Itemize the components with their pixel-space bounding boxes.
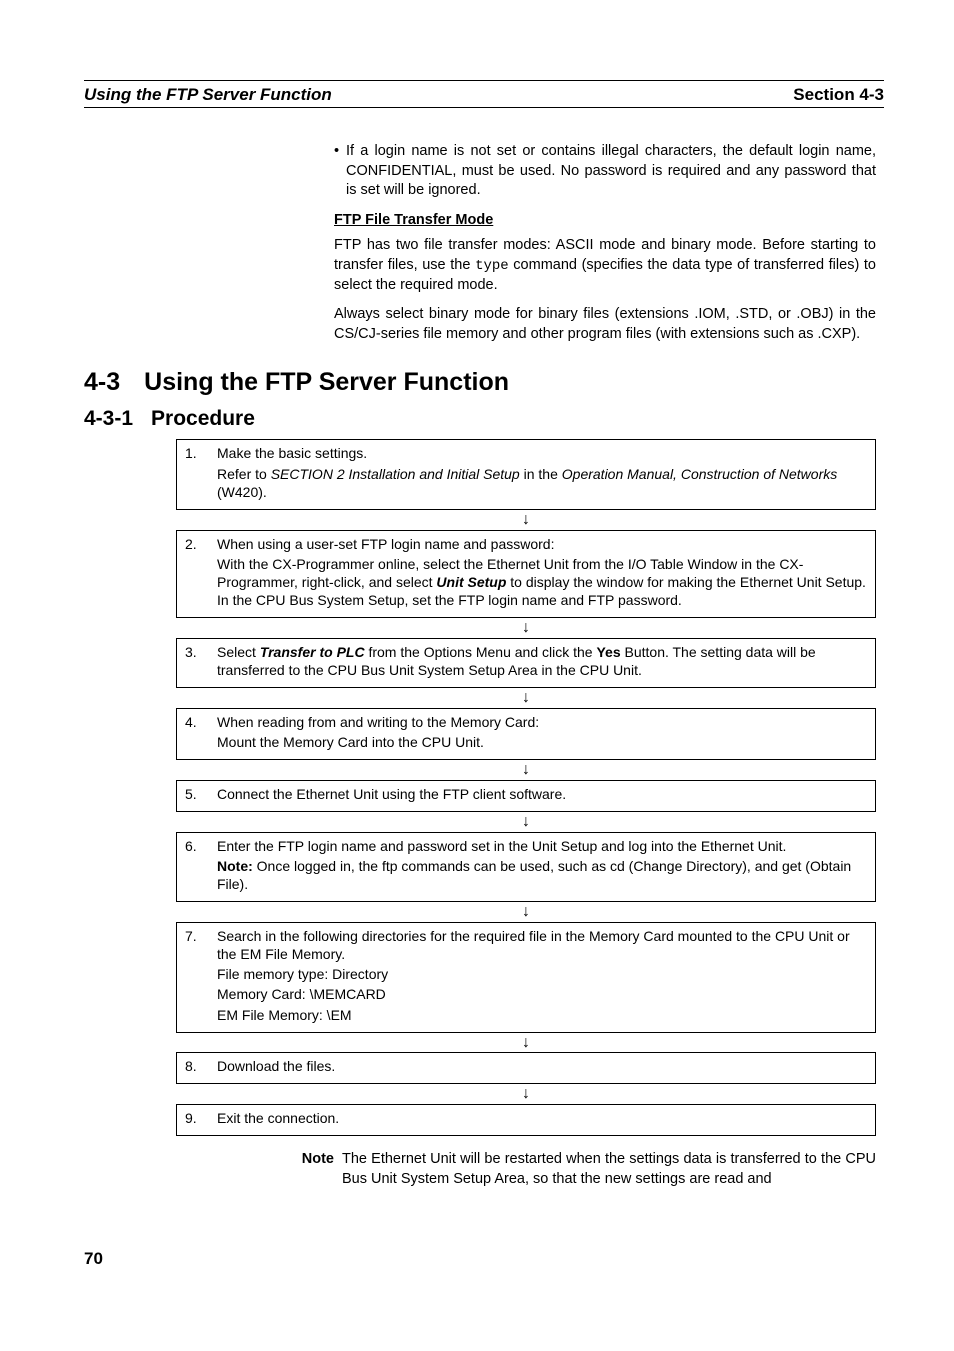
bullet-mark: • [334,142,346,201]
procedure-steps: 1.Make the basic settings. Refer to SECTI… [176,439,876,1136]
step-content: When reading from and writing to the Mem… [217,709,875,759]
step-number: 1. [177,440,217,466]
subsection-title: Procedure [151,407,255,430]
down-arrow-icon: ↓ [176,688,876,708]
step-content: Search in the following directories for … [217,923,875,1032]
step-content: Enter the FTP login name and password se… [217,833,875,902]
page-number: 70 [84,1249,884,1269]
step-box: 7.Search in the following directories fo… [176,922,876,1033]
step-number: 6. [177,833,217,859]
step-line: Connect the Ethernet Unit using the FTP … [217,785,867,803]
step-number: 4. [177,709,217,735]
header-rule-top [84,80,884,81]
section-heading-4-3-1: 4-3-1 Procedure [84,407,884,431]
step-content: Make the basic settings. Refer to SECTION… [217,440,875,509]
step-content: Exit the connection. [217,1105,875,1135]
step-line: Mount the Memory Card into the CPU Unit. [217,733,867,751]
step-content: Connect the Ethernet Unit using the FTP … [217,781,875,811]
down-arrow-icon: ↓ [176,760,876,780]
step-number: 3. [177,639,217,665]
step-line: With the CX-Programmer online, select th… [217,555,867,610]
step-box: 2.When using a user-set FTP login name a… [176,530,876,619]
step-content: Download the files. [217,1053,875,1083]
step-line: Search in the following directories for … [217,927,867,963]
step-number: 9. [177,1105,217,1131]
step-line: Make the basic settings. [217,444,867,462]
step-line: Refer to SECTION 2 Installation and Init… [217,465,867,501]
step-number: 8. [177,1053,217,1079]
step-content: When using a user-set FTP login name and… [217,531,875,618]
type-command: type [475,258,509,274]
down-arrow-icon: ↓ [176,1033,876,1053]
step-box: 1.Make the basic settings. Refer to SECTI… [176,439,876,510]
step-number: 7. [177,923,217,949]
down-arrow-icon: ↓ [176,1084,876,1104]
section-heading-4-3: 4-3 Using the FTP Server Function [84,368,884,397]
down-arrow-icon: ↓ [176,902,876,922]
step-line: Enter the FTP login name and password se… [217,837,867,855]
step-line: When reading from and writing to the Mem… [217,713,867,731]
step-line: Note: Once logged in, the ftp commands c… [217,857,867,893]
note-text: The Ethernet Unit will be restarted when… [334,1150,876,1189]
note-label: Note [290,1150,334,1189]
down-arrow-icon: ↓ [176,618,876,638]
step-number: 2. [177,531,217,557]
step-line: Download the files. [217,1057,867,1075]
intro-bullet: • If a login name is not set or contains… [334,142,876,201]
step-box: 5.Connect the Ethernet Unit using the FT… [176,780,876,812]
step-line: File memory type: Directory [217,965,867,983]
step-line: Memory Card: \MEMCARD [217,985,867,1003]
header-right: Section 4-3 [793,85,884,105]
note-block: Note The Ethernet Unit will be restarted… [334,1150,876,1189]
bullet-text: If a login name is not set or contains i… [346,142,876,201]
step-line: EM File Memory: \EM [217,1006,867,1024]
intro-block: • If a login name is not set or contains… [334,142,876,344]
ftp-mode-heading: FTP File Transfer Mode [334,211,876,231]
ftp-mode-para2: Always select binary mode for binary fil… [334,305,876,344]
page: Using the FTP Server Function Section 4-… [0,0,954,1309]
subsection-num: 4-3-1 [84,407,133,431]
step-box: 6.Enter the FTP login name and password … [176,832,876,903]
step-number: 5. [177,781,217,807]
step-line: Select Transfer to PLC from the Options … [217,643,867,679]
step-content: Select Transfer to PLC from the Options … [217,639,875,687]
step-box: 3.Select Transfer to PLC from the Option… [176,638,876,688]
step-box: 9.Exit the connection. [176,1104,876,1136]
step-box: 4.When reading from and writing to the M… [176,708,876,760]
step-box: 8.Download the files. [176,1052,876,1084]
running-header: Using the FTP Server Function Section 4-… [84,85,884,108]
section-num: 4-3 [84,368,120,397]
step-line: When using a user-set FTP login name and… [217,535,867,553]
down-arrow-icon: ↓ [176,510,876,530]
step-line: Exit the connection. [217,1109,867,1127]
section-title: Using the FTP Server Function [144,368,509,396]
header-left: Using the FTP Server Function [84,85,332,105]
ftp-mode-para1: FTP has two file transfer modes: ASCII m… [334,236,876,295]
down-arrow-icon: ↓ [176,812,876,832]
